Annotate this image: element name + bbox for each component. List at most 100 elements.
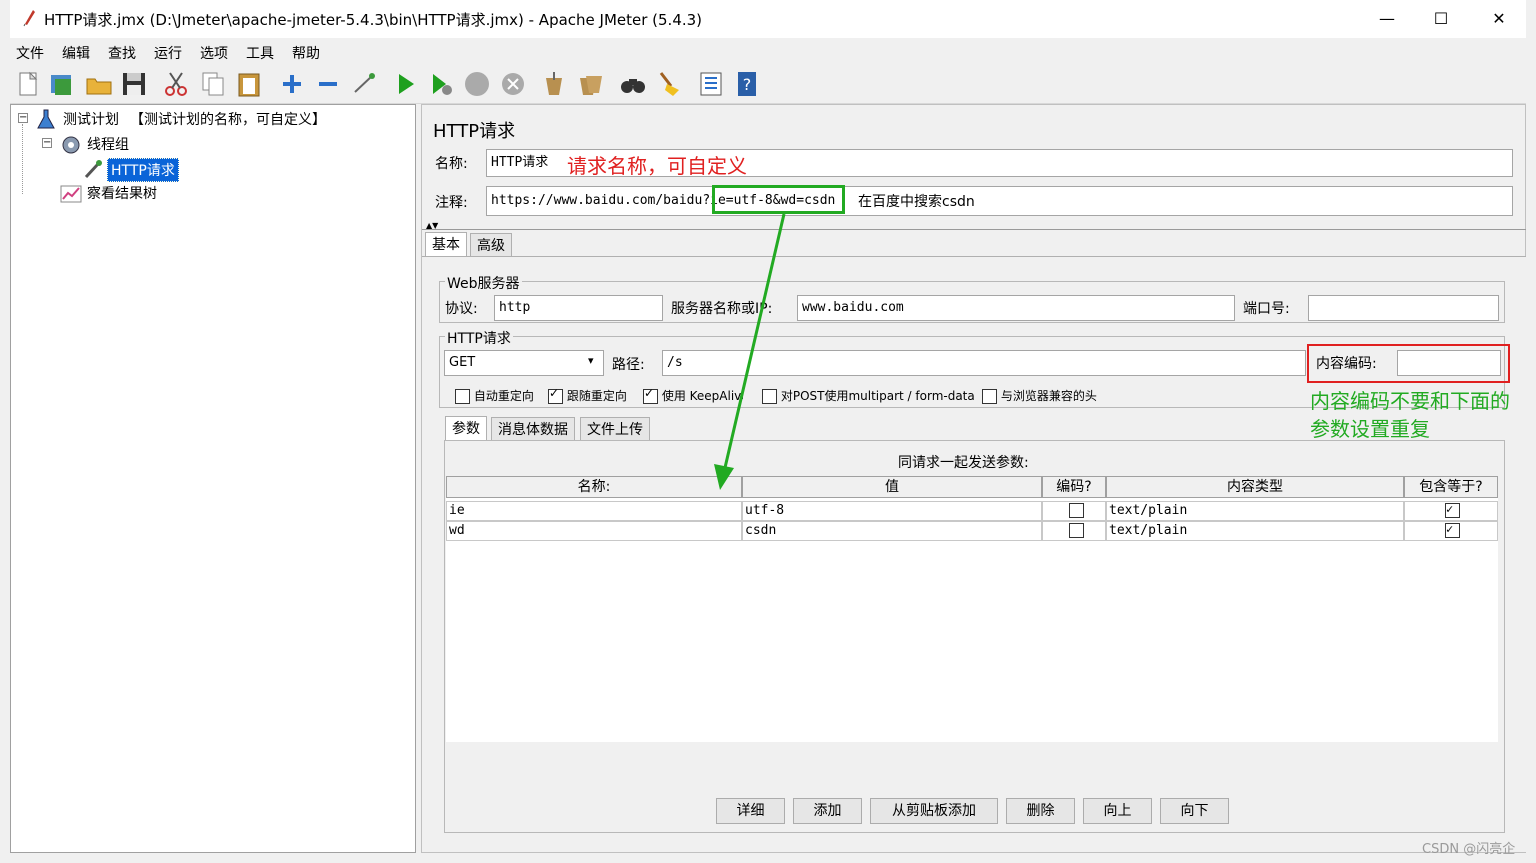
clear-icon[interactable] (540, 70, 568, 98)
name-label: 名称: (435, 156, 468, 172)
paste-icon[interactable] (235, 70, 263, 98)
port-label: 端口号: (1243, 301, 1290, 317)
include-equals-checkbox[interactable] (1445, 502, 1460, 518)
server-value: www.baidu.com (802, 300, 904, 315)
protocol-input[interactable]: http (494, 295, 663, 321)
table-cell-value[interactable]: utf-8 (742, 501, 1042, 521)
start-icon[interactable] (392, 70, 420, 98)
copy-icon[interactable] (199, 70, 227, 98)
path-label: 路径: (612, 357, 645, 373)
collapse-toggle-icon[interactable]: − (42, 138, 52, 148)
menu-edit[interactable]: 编辑 (62, 43, 90, 63)
checkbox-label: 对POST使用multipart / form-data (780, 389, 975, 403)
collapse-minus-icon[interactable] (314, 70, 342, 98)
detail-button[interactable]: 详细 (716, 798, 785, 824)
include-equals-checkbox[interactable] (1445, 522, 1460, 538)
table-cell-content-type[interactable]: text/plain (1106, 501, 1404, 521)
encoding-annotation-line1: 内容编码不要和下面的 (1310, 389, 1510, 413)
save-icon[interactable] (120, 70, 148, 98)
menu-options[interactable]: 选项 (200, 43, 228, 63)
comment-suffix: 在百度中搜索csdn (858, 194, 975, 210)
comment-field[interactable]: https://www.baidu.com/baidu?ie=utf-8&wd=… (486, 186, 1513, 216)
column-header-include-equals[interactable]: 包含等于? (1404, 476, 1498, 498)
close-button[interactable]: ✕ (1484, 6, 1514, 32)
cut-icon[interactable] (162, 70, 190, 98)
menu-help[interactable]: 帮助 (292, 43, 320, 63)
checkbox-box[interactable] (548, 386, 563, 404)
auto-redirect-checkbox[interactable]: 自动重定向 (455, 387, 534, 404)
add-from-clipboard-button[interactable]: 从剪贴板添加 (870, 798, 998, 824)
tab-file-upload[interactable]: 文件上传 (580, 417, 650, 441)
tab-basic[interactable]: 基本 (425, 232, 467, 256)
tree-item-test-plan[interactable]: 测试计划 (63, 109, 119, 129)
collapse-toggle-icon[interactable]: − (18, 113, 28, 123)
tree-item-thread-group[interactable]: 线程组 (87, 134, 129, 154)
checkbox-box[interactable] (982, 389, 997, 404)
new-file-icon[interactable] (14, 70, 42, 98)
name-annotation: 请求名称，可自定义 (567, 154, 747, 178)
table-cell-name[interactable]: ie (446, 501, 742, 521)
browser-headers-checkbox[interactable]: 与浏览器兼容的头 (982, 387, 1097, 404)
menu-search[interactable]: 查找 (108, 43, 136, 63)
add-button[interactable]: 添加 (793, 798, 862, 824)
templates-icon[interactable] (48, 70, 76, 98)
expand-plus-icon[interactable] (278, 70, 306, 98)
toggle-icon[interactable] (350, 70, 378, 98)
result-tree-chart-icon (60, 184, 82, 204)
encode-checkbox[interactable] (1069, 523, 1084, 538)
checkbox-box[interactable] (643, 387, 658, 404)
encode-checkbox[interactable] (1069, 503, 1084, 518)
name-value: HTTP请求 (491, 155, 549, 170)
table-cell-include-equals[interactable] (1404, 501, 1498, 521)
minimize-button[interactable]: — (1372, 6, 1402, 32)
column-header-name[interactable]: 名称: (446, 476, 742, 498)
shutdown-icon[interactable] (499, 70, 527, 98)
table-cell-include-equals[interactable] (1404, 521, 1498, 541)
column-header-encode[interactable]: 编码? (1042, 476, 1106, 498)
tree-item-http-request[interactable]: HTTP请求 (107, 158, 179, 182)
watermark: CSDN @闪亮企 (1422, 842, 1516, 857)
start-no-pause-icon[interactable] (428, 70, 456, 98)
thread-group-gear-icon (60, 134, 82, 156)
table-cell-name[interactable]: wd (446, 521, 742, 541)
table-cell-content-type[interactable]: text/plain (1106, 521, 1404, 541)
tab-advanced[interactable]: 高级 (470, 233, 512, 257)
column-header-content-type[interactable]: 内容类型 (1106, 476, 1404, 498)
table-cell-encode[interactable] (1042, 521, 1106, 541)
delete-button[interactable]: 删除 (1006, 798, 1075, 824)
http-request-legend: HTTP请求 (445, 328, 513, 348)
tab-body-data[interactable]: 消息体数据 (491, 417, 575, 441)
svg-text:?: ? (743, 75, 752, 94)
function-helper-icon[interactable] (697, 70, 725, 98)
menu-file[interactable]: 文件 (16, 43, 44, 63)
stop-icon[interactable] (463, 70, 491, 98)
help-icon[interactable]: ? (733, 70, 761, 98)
maximize-button[interactable]: ☐ (1426, 6, 1456, 32)
panel-title: HTTP请求 (433, 121, 516, 142)
search-binoculars-icon[interactable] (619, 70, 647, 98)
follow-redirect-checkbox[interactable]: 跟随重定向 (548, 386, 627, 404)
tab-parameters[interactable]: 参数 (445, 416, 487, 440)
clear-all-icon[interactable] (576, 70, 604, 98)
divider (422, 229, 1526, 230)
table-cell-value[interactable]: csdn (742, 521, 1042, 541)
menu-tools[interactable]: 工具 (246, 43, 274, 63)
table-cell-encode[interactable] (1042, 501, 1106, 521)
move-up-button[interactable]: 向上 (1083, 798, 1152, 824)
menu-bar (10, 38, 1526, 64)
method-select[interactable]: GET (444, 350, 604, 376)
chevron-down-icon: ▾ (588, 354, 594, 367)
protocol-value: http (499, 300, 531, 315)
tree-test-plan-note: 【测试计划的名称，可自定义】 (130, 112, 326, 128)
sampler-pipette-icon (82, 158, 104, 180)
server-input[interactable]: www.baidu.com (797, 295, 1235, 321)
menu-run[interactable]: 运行 (154, 43, 182, 63)
open-folder-icon[interactable] (85, 70, 113, 98)
move-down-button[interactable]: 向下 (1160, 798, 1229, 824)
port-input[interactable] (1308, 295, 1499, 321)
tree-item-result-tree[interactable]: 察看结果树 (87, 183, 157, 203)
comment-label: 注释: (435, 195, 468, 211)
checkbox-box[interactable] (455, 389, 470, 404)
annotation-arrow (700, 210, 800, 495)
reset-search-broom-icon[interactable] (655, 70, 683, 98)
